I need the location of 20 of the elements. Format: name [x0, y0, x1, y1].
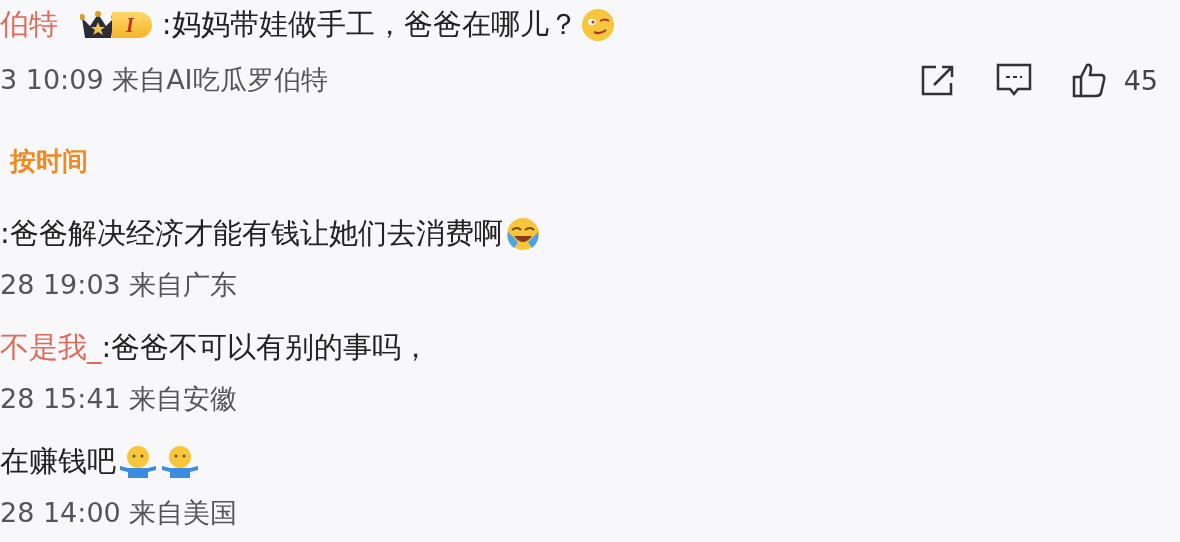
laughing-crying-emoji-icon [504, 216, 541, 252]
username-link[interactable]: 不是我_ [0, 328, 102, 368]
reply-meta: 28 14:00 来自美国 [0, 496, 239, 530]
post-meta: 3 10:09 来自AI吃瓜罗伯特 [0, 63, 328, 97]
reply-text: 在赚钱吧 [0, 443, 116, 480]
membership-badge: I [80, 10, 152, 40]
reply-text: :爸爸不可以有别的事吗， [101, 329, 431, 366]
smirk-emoji-icon [579, 7, 616, 43]
post-text: :妈妈带娃做手工，爸爸在哪儿？ [161, 6, 578, 43]
reply-text: :爸爸解决经济才能有钱让她们去消费啊 [0, 215, 503, 252]
comment-icon[interactable] [995, 63, 1032, 97]
thumbs-up-icon[interactable] [1071, 62, 1106, 98]
share-icon[interactable] [919, 63, 956, 97]
reply-meta: 28 19:03 来自广东 [0, 268, 239, 302]
shrug-emoji-icon [160, 444, 200, 480]
reply-meta: 28 15:41 来自安徽 [0, 382, 239, 416]
sort-by-time-tab[interactable]: 按时间 [0, 110, 1180, 196]
username-link[interactable]: 伯特 [0, 5, 58, 45]
shrug-emoji-icon [118, 444, 158, 480]
like-count: 45 [1123, 64, 1158, 96]
